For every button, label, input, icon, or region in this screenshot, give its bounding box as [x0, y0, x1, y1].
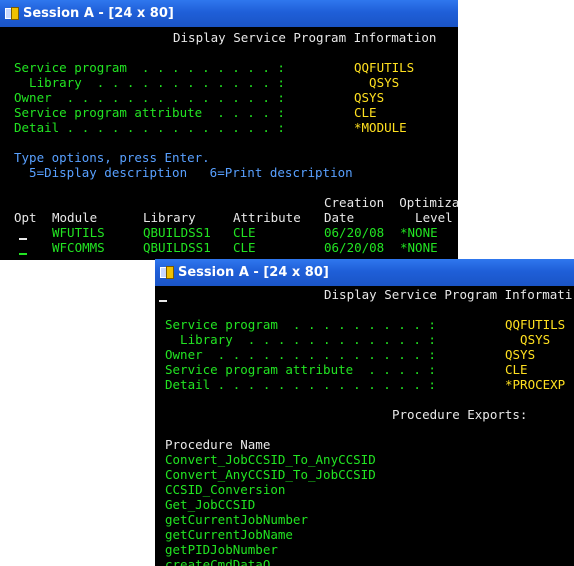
option-input-cursor[interactable] — [19, 238, 27, 240]
owner-value: QSYS — [505, 347, 536, 362]
list-item: getCurrentJobName — [165, 527, 293, 542]
emulator-app-icon[interactable] — [160, 266, 174, 279]
row-library: QBUILDSS1 — [143, 225, 211, 240]
attribute-label: Service program attribute . . . . : — [14, 105, 285, 120]
session-window-2[interactable]: Session A - [24 x 80] Display Service Pr… — [155, 259, 574, 566]
library-value: QSYS — [354, 75, 400, 90]
service-program-value: QQFUTILS — [354, 60, 415, 75]
session-window-1[interactable]: Session A - [24 x 80] Display Service Pr… — [0, 0, 458, 260]
row-level: *NONE — [400, 225, 438, 240]
row-date: 06/20/08 — [324, 240, 385, 255]
screen-title: Display Service Program Information — [173, 30, 437, 45]
owner-value: QSYS — [354, 90, 385, 105]
column-header-opt: Opt — [14, 210, 37, 225]
attribute-value: CLE — [354, 105, 377, 120]
row-library: QBUILDSS1 — [143, 240, 211, 255]
screen-cursor[interactable] — [159, 300, 167, 302]
options-text: 5=Display description 6=Print descriptio… — [14, 165, 353, 180]
detail-label: Detail . . . . . . . . . . . . . . : — [14, 120, 285, 135]
option-input-field[interactable] — [19, 253, 27, 255]
row-date: 06/20/08 — [324, 225, 385, 240]
list-item: getPIDJobNumber — [165, 542, 278, 557]
column-header-level: Level — [400, 210, 453, 225]
instructions-text: Type options, press Enter. — [14, 150, 210, 165]
list-item: Convert_JobCCSID_To_AnyCCSID — [165, 452, 376, 467]
row-attribute: CLE — [233, 240, 256, 255]
column-header-module: Module — [52, 210, 98, 225]
column-header-date: Date — [324, 210, 355, 225]
list-item: getCurrentJobNumber — [165, 512, 308, 527]
library-value: QSYS — [505, 332, 551, 347]
window-2-titlebar[interactable]: Session A - [24 x 80] — [155, 259, 574, 286]
column-header-library: Library — [143, 210, 196, 225]
service-program-label: Service program . . . . . . . . . : — [165, 317, 436, 332]
column-header-top: Creation Optimiza — [324, 195, 458, 210]
row-level: *NONE — [400, 240, 438, 255]
service-program-label: Service program . . . . . . . . . : — [14, 60, 285, 75]
list-item: CCSID_Conversion — [165, 482, 286, 497]
list-item: Get_JobCCSID — [165, 497, 256, 512]
section-heading: Procedure Exports: — [392, 407, 528, 422]
owner-label: Owner . . . . . . . . . . . . . . : — [165, 347, 436, 362]
row-attribute: CLE — [233, 225, 256, 240]
library-label: Library . . . . . . . . . . . . : — [165, 332, 436, 347]
library-label: Library . . . . . . . . . . . . : — [14, 75, 285, 90]
detail-label: Detail . . . . . . . . . . . . . . : — [165, 377, 436, 392]
list-header: Procedure Name — [165, 437, 271, 452]
detail-value: *MODULE — [354, 120, 407, 135]
emulator-app-icon[interactable] — [5, 7, 19, 20]
terminal-screen-2[interactable]: Display Service Program Informati Servic… — [155, 286, 574, 566]
list-item: createCmdDataQ — [165, 557, 271, 566]
column-header-attribute: Attribute — [233, 210, 301, 225]
attribute-label: Service program attribute . . . . : — [165, 362, 436, 377]
list-item: Convert_AnyCCSID_To_JobCCSID — [165, 467, 376, 482]
detail-value: *PROCEXP — [505, 377, 566, 392]
window-1-title: Session A - [24 x 80] — [23, 6, 174, 21]
window-2-title: Session A - [24 x 80] — [178, 265, 329, 280]
row-module: WFCOMMS — [52, 240, 105, 255]
screen-title: Display Service Program Informati — [324, 287, 573, 302]
owner-label: Owner . . . . . . . . . . . . . . : — [14, 90, 285, 105]
service-program-value: QQFUTILS — [505, 317, 566, 332]
window-1-titlebar[interactable]: Session A - [24 x 80] — [0, 0, 458, 27]
attribute-value: CLE — [505, 362, 528, 377]
row-module: WFUTILS — [52, 225, 105, 240]
terminal-screen-1[interactable]: Display Service Program Information Serv… — [0, 27, 458, 260]
